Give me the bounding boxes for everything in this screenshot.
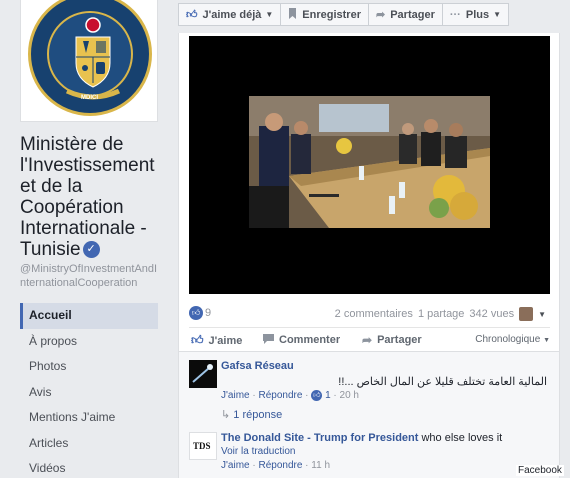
- post-card: 👍︎ 9 2 commentaires 1 partage 342 vues ▼…: [178, 33, 560, 478]
- comment-like-link[interactable]: J'aime: [221, 460, 250, 471]
- comment-bubble-icon: [263, 333, 274, 347]
- nav-item-a-propos[interactable]: À propos: [20, 329, 158, 355]
- comment-author[interactable]: The Donald Site - Trump for President: [221, 432, 418, 444]
- nav-item-photos[interactable]: Photos: [20, 354, 158, 380]
- chevron-down-icon: ▼: [265, 10, 274, 19]
- comment-text: المالية العامة تختلف قليلا عن المال الخا…: [338, 376, 547, 388]
- comment-like-link[interactable]: J'aime: [221, 390, 250, 401]
- viewer-avatar[interactable]: [519, 307, 534, 321]
- comment-sort-dropdown[interactable]: Chronologique ▼: [475, 334, 550, 345]
- bookmark-icon: [288, 7, 297, 22]
- like-count[interactable]: 9: [205, 307, 211, 319]
- view-replies-link[interactable]: ↳ 1 réponse: [221, 408, 282, 421]
- comment-time[interactable]: 11 h: [311, 460, 330, 471]
- source-watermark: Facebook: [516, 465, 564, 476]
- share-page-button[interactable]: ➦ Partager: [369, 3, 443, 26]
- comment-meta: J'aime · Répondre · 11 h: [221, 460, 331, 471]
- comment-text: who else loves it: [421, 432, 503, 444]
- profile-picture[interactable]: MDICI: [20, 0, 158, 122]
- page-sidebar: MDICI Ministère de l'Investissement et d…: [0, 0, 170, 478]
- verified-badge-icon: ✓: [82, 241, 100, 259]
- nav-item-avis[interactable]: Avis: [20, 380, 158, 406]
- comment-reaction-count[interactable]: 1: [325, 390, 331, 401]
- seal-text: MDICI: [81, 95, 98, 101]
- comments-count[interactable]: 2 commentaires: [335, 308, 413, 320]
- like-reaction-icon: 👍︎: [189, 306, 203, 320]
- nav-item-mentions[interactable]: Mentions J'aime: [20, 405, 158, 431]
- like-reaction-icon: 👍︎: [311, 390, 323, 401]
- views-count: 342 vues: [469, 308, 515, 320]
- page-action-bar: 👍︎ J'aime déjà ▼ Enregistrer ➦ Partager …: [178, 3, 510, 26]
- save-button[interactable]: Enregistrer: [281, 3, 369, 26]
- see-translation-link[interactable]: Voir la traduction: [221, 446, 296, 457]
- comment-reply-link[interactable]: Répondre: [258, 390, 302, 401]
- comment-meta: J'aime · Répondre · 👍︎ 1 · 20 h: [221, 390, 359, 402]
- post-actions: 👍︎ J'aime Commenter ➦ Partager Chronolog…: [189, 327, 550, 351]
- thumbs-up-icon: 👍︎: [191, 333, 204, 347]
- share-button[interactable]: ➦ Partager: [362, 333, 422, 347]
- more-button[interactable]: ··· Plus ▼: [442, 3, 510, 26]
- chevron-down-icon: ▼: [493, 10, 502, 19]
- comet-icon: [192, 364, 213, 383]
- commenter-avatar[interactable]: TDS: [189, 432, 217, 460]
- thumbs-up-icon: 👍︎: [186, 9, 198, 21]
- shares-count[interactable]: 1 partage: [418, 308, 464, 320]
- ministry-seal: MDICI: [28, 0, 152, 116]
- page-nav: Accueil À propos Photos Avis Mentions J'…: [20, 303, 158, 478]
- more-dots-icon: ···: [449, 8, 461, 21]
- reply-arrow-icon: ↳: [221, 409, 231, 421]
- liked-page-button[interactable]: 👍︎ J'aime déjà ▼: [178, 3, 282, 26]
- nav-item-videos[interactable]: Vidéos: [20, 456, 158, 478]
- nav-item-articles[interactable]: Articles: [20, 431, 158, 457]
- chevron-down-icon[interactable]: ▼: [538, 310, 546, 319]
- comment-button[interactable]: Commenter: [263, 333, 340, 347]
- share-arrow-icon: ➦: [376, 9, 386, 21]
- tds-logo: TDS: [193, 441, 211, 451]
- comment-reply-link[interactable]: Répondre: [258, 460, 302, 471]
- coat-of-arms-icon: [65, 17, 121, 100]
- commenter-avatar[interactable]: [189, 360, 217, 388]
- chevron-down-icon: ▼: [543, 337, 550, 344]
- like-button[interactable]: 👍︎ J'aime: [191, 333, 242, 348]
- page-handle[interactable]: @MinistryOfInvestmentAndInternationalCoo…: [20, 262, 162, 290]
- comment-time[interactable]: 20 h: [340, 390, 359, 401]
- post-stats: 👍︎ 9 2 commentaires 1 partage 342 vues ▼: [189, 305, 550, 323]
- nav-item-accueil[interactable]: Accueil: [20, 303, 158, 329]
- share-arrow-icon: ➦: [362, 333, 373, 347]
- video-player[interactable]: [189, 36, 550, 294]
- video-thumbnail: [249, 96, 490, 228]
- comment-author[interactable]: Gafsa Réseau: [221, 360, 294, 372]
- comments-section: Gafsa Réseau المالية العامة تختلف قليلا …: [179, 351, 559, 478]
